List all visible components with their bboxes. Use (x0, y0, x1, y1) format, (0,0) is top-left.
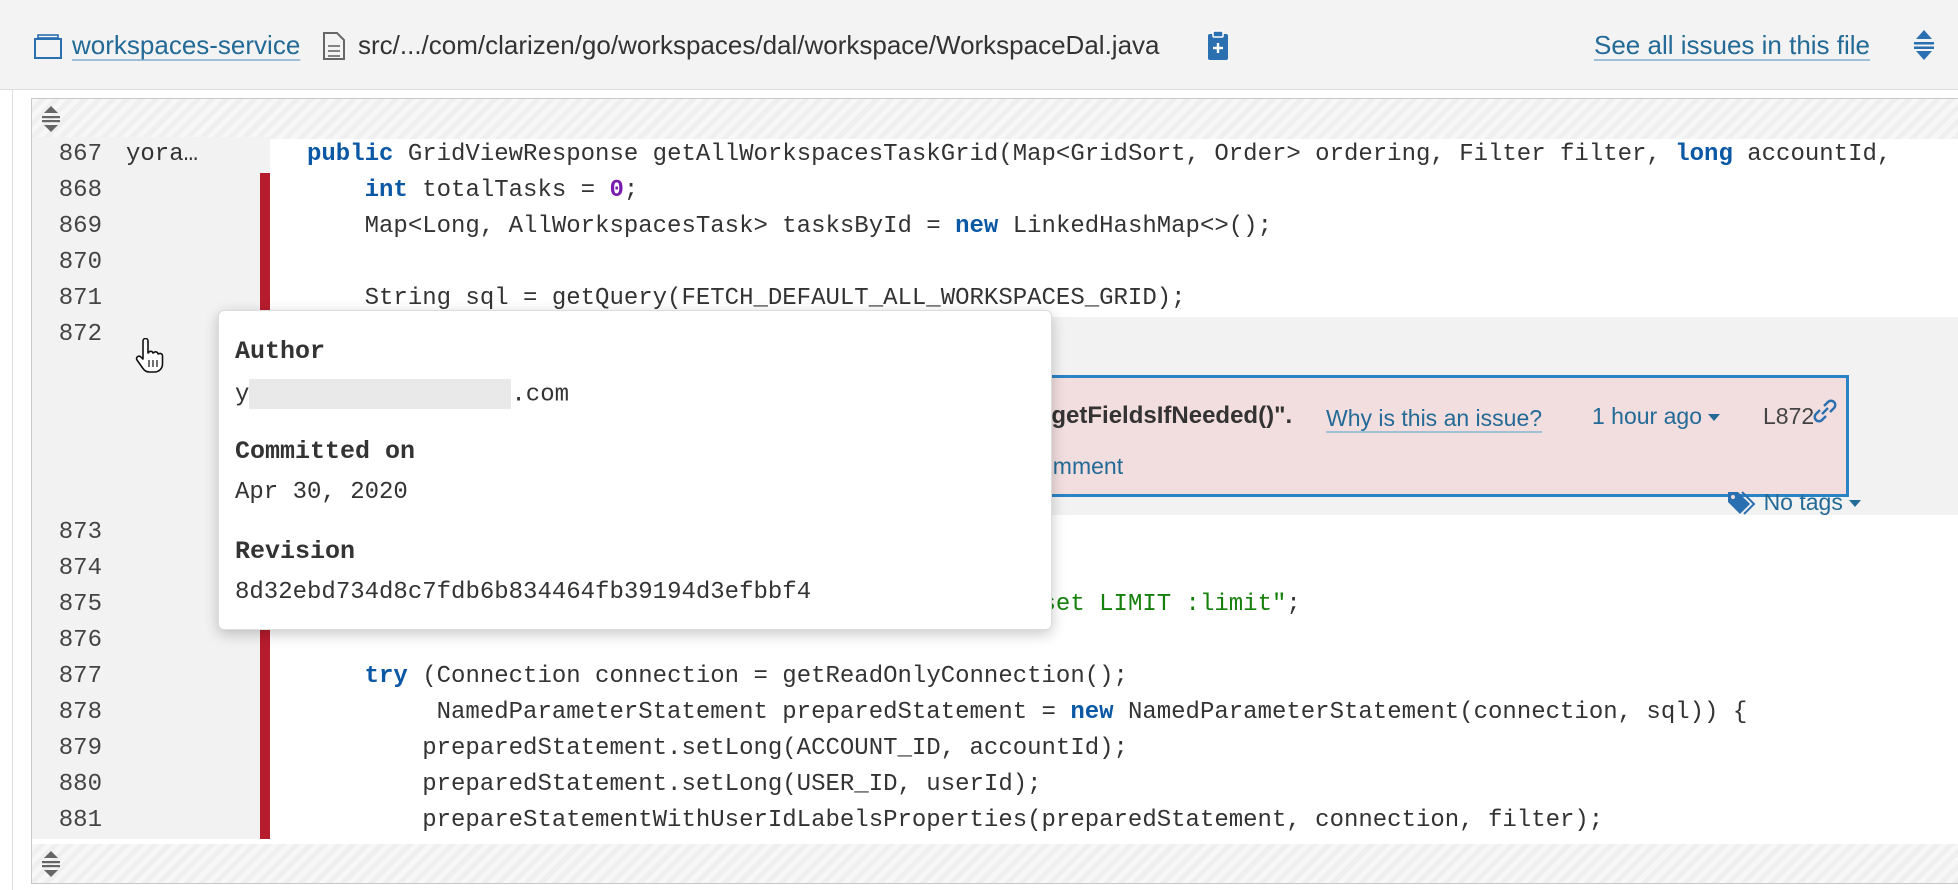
coverage-marker (260, 209, 270, 245)
permalink-icon[interactable] (1812, 398, 1838, 424)
coverage-marker (260, 803, 270, 839)
line-number[interactable]: 881 (32, 803, 102, 839)
issue-age-dropdown[interactable]: 1 hour ago (1592, 398, 1720, 434)
expand-vertical-icon[interactable] (1912, 28, 1936, 62)
coverage-marker (260, 245, 270, 281)
code-token: 0 (609, 177, 624, 204)
author-label: Author (235, 337, 326, 366)
file-header: workspaces-service src/.../com/clarizen/… (0, 0, 1958, 90)
expand-above-button[interactable] (32, 99, 1958, 139)
hand-cursor-icon (135, 338, 164, 373)
code-token: prepareStatementWithUserIdLabelsProperti… (307, 807, 1604, 834)
code-token: NamedParameterStatement preparedStatemen… (307, 699, 1071, 726)
chevron-down-icon (1848, 500, 1861, 508)
line-number[interactable]: 875 (32, 587, 102, 623)
chevron-down-icon (1707, 414, 1720, 422)
code-token: preparedStatement.setLong(USER_ID, userI… (307, 771, 1042, 798)
file-icon (323, 32, 345, 60)
project-icon (34, 34, 62, 59)
code-line: 880 preparedStatement.setLong(USER_ID, u… (32, 767, 1958, 803)
why-issue-link[interactable]: Why is this an issue? (1326, 400, 1542, 436)
file-path: src/.../com/clarizen/go/workspaces/dal/w… (358, 30, 1160, 60)
source-text: try (Connection connection = getReadOnly… (307, 659, 1128, 695)
coverage-marker (260, 695, 270, 731)
code-token: Map<Long, AllWorkspacesTask> tasksById = (307, 213, 956, 240)
copy-path-icon[interactable] (1206, 30, 1232, 62)
see-all-issues-link[interactable]: See all issues in this file (1594, 28, 1870, 62)
line-number[interactable]: 874 (32, 551, 102, 587)
code-token: (Connection connection = getReadOnlyConn… (407, 663, 1128, 690)
coverage-marker (260, 767, 270, 803)
expand-icon (42, 851, 60, 877)
line-number[interactable]: 879 (32, 731, 102, 767)
line-number[interactable]: 872 (32, 317, 102, 353)
issue-message: "getFieldsIfNeeded()". (1040, 402, 1293, 429)
line-number[interactable]: 870 (32, 245, 102, 281)
code-token: NamedParameterStatement(connection, sql)… (1113, 699, 1748, 726)
line-number[interactable]: 877 (32, 659, 102, 695)
code-token: ; (623, 177, 639, 204)
code-token: long (1675, 141, 1733, 168)
code-token: ; (1286, 591, 1301, 618)
revision-label: Revision (235, 537, 356, 566)
source-text: preparedStatement.setLong(ACCOUNT_ID, ac… (307, 731, 1128, 767)
code-token: accountId, (1732, 141, 1892, 168)
committed-value: Apr 30, 2020 (235, 479, 408, 506)
line-number[interactable]: 880 (32, 767, 102, 803)
source-text: preparedStatement.setLong(USER_ID, userI… (307, 767, 1042, 803)
line-number[interactable]: 878 (32, 695, 102, 731)
code-token: preparedStatement.setLong(ACCOUNT_ID, ac… (307, 735, 1128, 762)
source-text: prepareStatementWithUserIdLabelsProperti… (307, 803, 1603, 839)
committed-label: Committed on (235, 437, 416, 466)
code-token: String sql = getQuery(FETCH_DEFAULT_ALL_… (307, 285, 1186, 312)
source-text: NamedParameterStatement preparedStatemen… (307, 695, 1748, 731)
code-token: totalTasks = (407, 177, 610, 204)
code-line: 868 int totalTasks = 0; (32, 173, 1958, 209)
line-number[interactable]: 871 (32, 281, 102, 317)
code-line: 869 Map<Long, AllWorkspacesTask> tasksBy… (32, 209, 1958, 245)
revision-value: 8d32ebd734d8c7fdb6b834464fb39194d3efbbf4 (235, 579, 812, 606)
coverage-marker (260, 659, 270, 695)
code-line: 879 preparedStatement.setLong(ACCOUNT_ID… (32, 731, 1958, 767)
source-text: Map<Long, AllWorkspacesTask> tasksById =… (307, 209, 1272, 245)
code-token: int (364, 177, 408, 204)
code-line: 870 (32, 245, 1958, 281)
scm-author[interactable]: yora… (126, 137, 246, 173)
line-number[interactable]: 868 (32, 173, 102, 209)
code-line: 867 yora… public GridViewResponse getAllWo… (32, 137, 1958, 173)
code-line: 877 try (Connection connection = getRead… (32, 659, 1958, 695)
line-number[interactable]: 867 (32, 137, 102, 173)
tags-icon (1727, 491, 1755, 515)
code-line: 878 NamedParameterStatement preparedStat… (32, 695, 1958, 731)
tags-label: No tags (1763, 489, 1843, 515)
source-text: int totalTasks = 0; (307, 173, 639, 209)
coverage-marker (260, 173, 270, 209)
issue-box[interactable]: "getFieldsIfNeeded()". Why is this an is… (1037, 375, 1861, 515)
expand-icon (42, 106, 60, 132)
expand-below-button[interactable] (32, 844, 1958, 883)
author-suffix: .com (511, 381, 570, 409)
code-token: new (955, 213, 999, 240)
issue-age-label: 1 hour ago (1592, 403, 1702, 429)
code-token: new (1070, 699, 1114, 726)
redacted-email (249, 379, 512, 409)
coverage-marker (260, 731, 270, 767)
code-token: LinkedHashMap<>(); (998, 213, 1272, 240)
author-value: y .com (235, 379, 569, 409)
code-token: GridViewResponse getAllWorkspacesTaskGri… (393, 141, 1676, 168)
author-prefix: y (235, 381, 250, 409)
scm-blame-tooltip: Author y .com Committed on Apr 30, 2020 R… (218, 310, 1052, 630)
source-text: public GridViewResponse getAllWorkspaces… (307, 137, 1891, 173)
code-line: 881 prepareStatementWithUserIdLabelsProp… (32, 803, 1958, 839)
comment-link[interactable]: omment (1040, 448, 1123, 484)
line-number[interactable]: 876 (32, 623, 102, 659)
line-number[interactable]: 873 (32, 515, 102, 551)
issue-line-ref: L872 (1763, 403, 1815, 429)
line-number[interactable]: 869 (32, 209, 102, 245)
code-token: public (307, 141, 394, 168)
code-token: try (364, 663, 408, 690)
project-link[interactable]: workspaces-service (72, 28, 300, 62)
